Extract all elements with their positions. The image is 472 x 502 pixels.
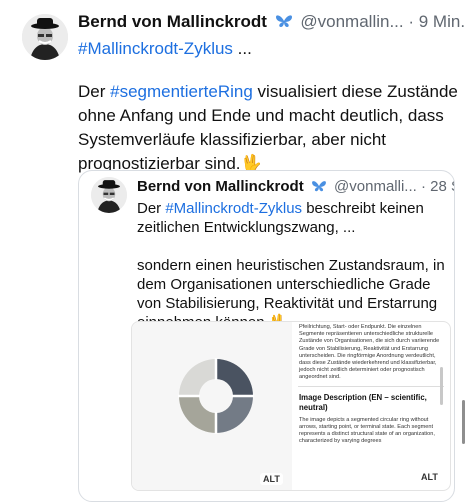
image-description-panel: Pfeilrichtung, Start- oder Endpunkt. Die… — [296, 322, 446, 490]
quoted-author-avatar[interactable] — [91, 177, 127, 213]
ellipsis-text: ... — [232, 39, 252, 58]
quoted-paragraph-2: sondern einen heuristischen Zustandsraum… — [137, 257, 445, 331]
quoted-post[interactable]: Bernd von Mallinckrodt @vonmalli... · 28… — [78, 170, 455, 502]
butterfly-icon — [275, 14, 293, 34]
post-text: Der #segmentierteRing visualisiert diese… — [78, 80, 463, 176]
quoted-post-header: Bernd von Mallinckrodt @vonmalli... · 28… — [137, 178, 454, 197]
author-avatar[interactable] — [22, 14, 68, 60]
quoted-text-start: Der — [137, 200, 166, 217]
segmented-ring-graphic — [178, 358, 254, 434]
quoted-author-name[interactable]: Bernd von Mallinckrodt — [137, 178, 304, 195]
post-header: Bernd von Mallinckrodt @vonmallin... · 9… — [78, 12, 472, 34]
ring-image[interactable]: ALT — [132, 322, 292, 490]
alt-badge[interactable]: ALT — [418, 472, 441, 483]
description-heading: Image Description (EN – scientific, neut… — [299, 392, 427, 412]
quoted-post-time[interactable]: · 28 Sek. — [421, 178, 454, 195]
divider — [298, 385, 444, 387]
description-text-de: Pfeilrichtung, Start- oder Endpunkt. Die… — [299, 324, 440, 381]
quoted-post-text: Der #Mallinckrodt-Zyklus beschreibt kein… — [137, 199, 447, 332]
hashtag-link[interactable]: #Mallinckrodt-Zyklus — [165, 200, 302, 217]
post-time[interactable]: · 9 Min. — [408, 12, 465, 31]
media-scrollbar[interactable] — [440, 367, 443, 405]
alt-badge[interactable]: ALT — [260, 473, 283, 485]
hashtag-link[interactable]: #segmentierteRing — [110, 82, 253, 101]
page-scrollbar[interactable] — [462, 400, 465, 444]
description-text-en: The image depicts a segmented circular r… — [299, 416, 435, 445]
post-hashtag-line: #Mallinckrodt-Zyklus ... — [78, 39, 252, 59]
hashtag-link[interactable]: #Mallinckrodt-Zyklus — [78, 39, 233, 58]
author-name[interactable]: Bernd von Mallinckrodt — [78, 12, 267, 31]
butterfly-icon — [311, 180, 327, 197]
media-attachment[interactable]: ALT Pfeilrichtung, Start- oder Endpunkt.… — [131, 321, 451, 491]
quoted-author-handle[interactable]: @vonmalli... — [334, 178, 417, 195]
post-text-start: Der — [78, 82, 111, 101]
author-handle[interactable]: @vonmallin... — [300, 12, 403, 31]
